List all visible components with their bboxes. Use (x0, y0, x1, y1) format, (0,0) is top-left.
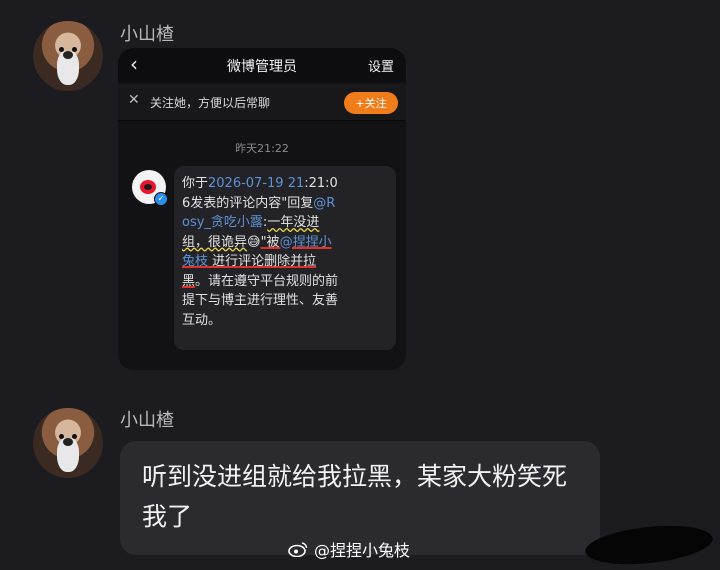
avatar-nose (63, 438, 73, 446)
watermark: @捏捏小兔枝 (288, 537, 410, 561)
conversation-title: 微博管理员 (227, 59, 297, 75)
avatar-eye (72, 434, 77, 439)
message-text: 听到没进组就给我拉黑，某家大粉笑死我了 (142, 462, 568, 531)
avatar-eye (72, 47, 77, 52)
screenshot-image[interactable]: ‹ 微博管理员 设置 ✕ 关注她，方便以后常聊 +关注 昨天21:22 ✓ 你于… (118, 48, 406, 370)
admin-message-text: 你于2026-07-19 21:21:06发表的评论内容"回复@Rosy_贪吃小… (182, 174, 342, 330)
message-part: 你于 (182, 176, 209, 191)
watermark-text: @捏捏小兔枝 (314, 541, 411, 560)
verified-icon: ✓ (154, 192, 168, 206)
avatar-eye (59, 47, 64, 52)
date-link[interactable]: 2026-07-19 21 (208, 176, 304, 191)
sender-name: 小山楂 (120, 410, 174, 431)
weibo-icon: ✓ (132, 170, 168, 206)
redaction-scribble (583, 520, 715, 570)
admin-message: 你于2026-07-19 21:21:06发表的评论内容"回复@Rosy_贪吃小… (174, 166, 396, 350)
weibo-watermark-icon (288, 541, 308, 558)
follow-prompt: 关注她，方便以后常聊 (150, 96, 271, 110)
avatar[interactable] (33, 408, 103, 478)
screenshot-header: ‹ 微博管理员 设置 (118, 48, 406, 82)
follow-button[interactable]: +关注 (344, 92, 398, 114)
close-icon[interactable]: ✕ (128, 92, 140, 108)
message-part: 进行 (208, 254, 239, 269)
settings-button[interactable]: 设置 (368, 56, 394, 75)
avatar-eye (59, 434, 64, 439)
avatar-nose (63, 51, 73, 59)
sender-name: 小山楂 (120, 24, 174, 45)
avatar[interactable] (33, 21, 103, 91)
message-part: 。请在遵守平台规则的前提下与博主进行理性、友善互动。 (182, 273, 339, 328)
weibo-logo-eye (144, 184, 152, 190)
message-part: "被 (260, 234, 280, 250)
emoji-icon: 😅 (247, 234, 261, 250)
message-timestamp: 昨天21:22 (235, 142, 289, 155)
follow-bar: ✕ 关注她，方便以后常聊 +关注 (118, 84, 406, 121)
